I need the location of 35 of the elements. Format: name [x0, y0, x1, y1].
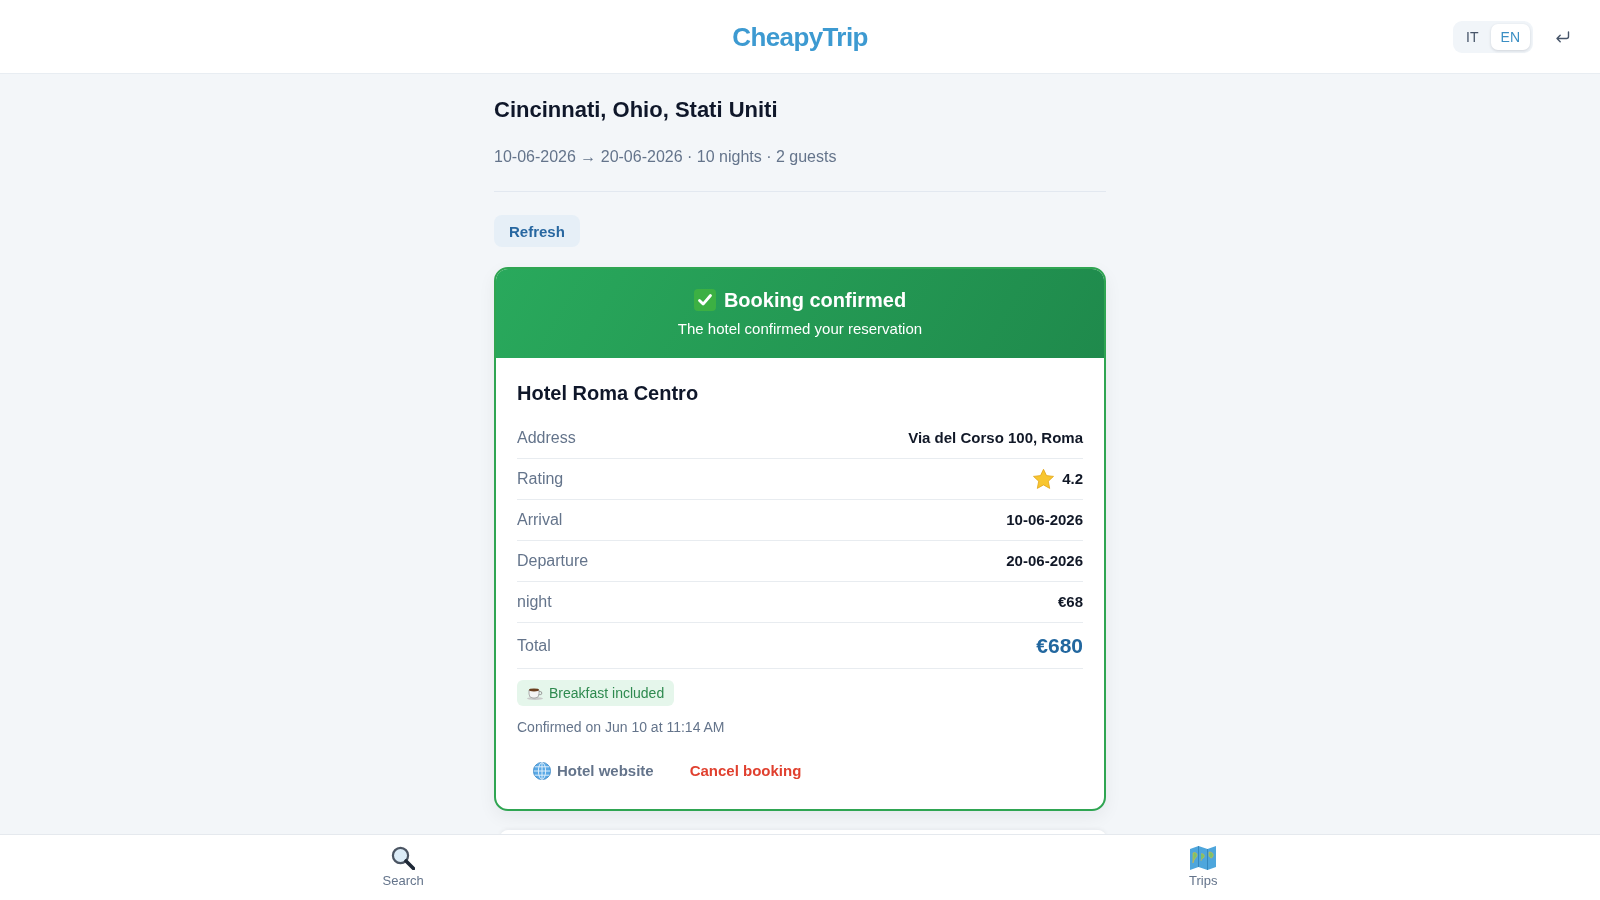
trip-title: Cincinnati, Ohio, Stati Uniti: [494, 96, 779, 124]
cancel-button[interactable]: Cancel booking: [673, 753, 818, 789]
search-icon: [391, 846, 416, 870]
check-icon: [693, 289, 716, 311]
status-title: Booking confirmed: [723, 288, 907, 313]
detail-label: Rating: [517, 469, 564, 489]
confirmation-time: Confirmed on Jun 10 at 11:14 AM: [517, 718, 726, 737]
globe-icon: [533, 762, 551, 780]
star-icon: [1033, 469, 1055, 489]
detail-label: night: [517, 592, 552, 612]
refresh-button[interactable]: Refresh: [494, 215, 580, 247]
language-option[interactable]: IT: [1456, 23, 1489, 50]
detail-label: Address: [517, 428, 576, 448]
detail-value: 20-06-2026: [1006, 551, 1083, 571]
detail-value: 4.2: [1062, 469, 1083, 489]
detail-label: Total: [517, 635, 551, 656]
detail-label: Arrival: [517, 510, 563, 530]
logo: CheapyTrip: [732, 20, 868, 53]
return-icon: [1555, 30, 1570, 43]
website-link[interactable]: Hotel website: [517, 753, 670, 789]
nav-item[interactable]: Search: [374, 844, 432, 891]
nav-item[interactable]: Trips: [1181, 844, 1226, 891]
total-price: €680: [1036, 633, 1083, 658]
hotel-name: Hotel Roma Centro: [517, 381, 700, 406]
amenity-label: Breakfast included: [549, 684, 665, 702]
detail-label: Departure: [517, 551, 589, 571]
map-icon: [1190, 846, 1217, 870]
detail-value: €68: [1057, 592, 1083, 612]
trip-summary: 10-06-2026 → 20-06-2026 · 10 nights · 2 guests: [494, 147, 838, 167]
detail-value: Via del Corso 100, Roma: [908, 428, 1083, 448]
language-option[interactable]: EN: [1490, 23, 1530, 50]
status-message: The hotel confirmed your reservation: [676, 319, 924, 339]
detail-value: 10-06-2026: [1006, 510, 1083, 530]
return-button[interactable]: [1553, 28, 1572, 45]
coffee-cup-icon: [527, 686, 543, 700]
